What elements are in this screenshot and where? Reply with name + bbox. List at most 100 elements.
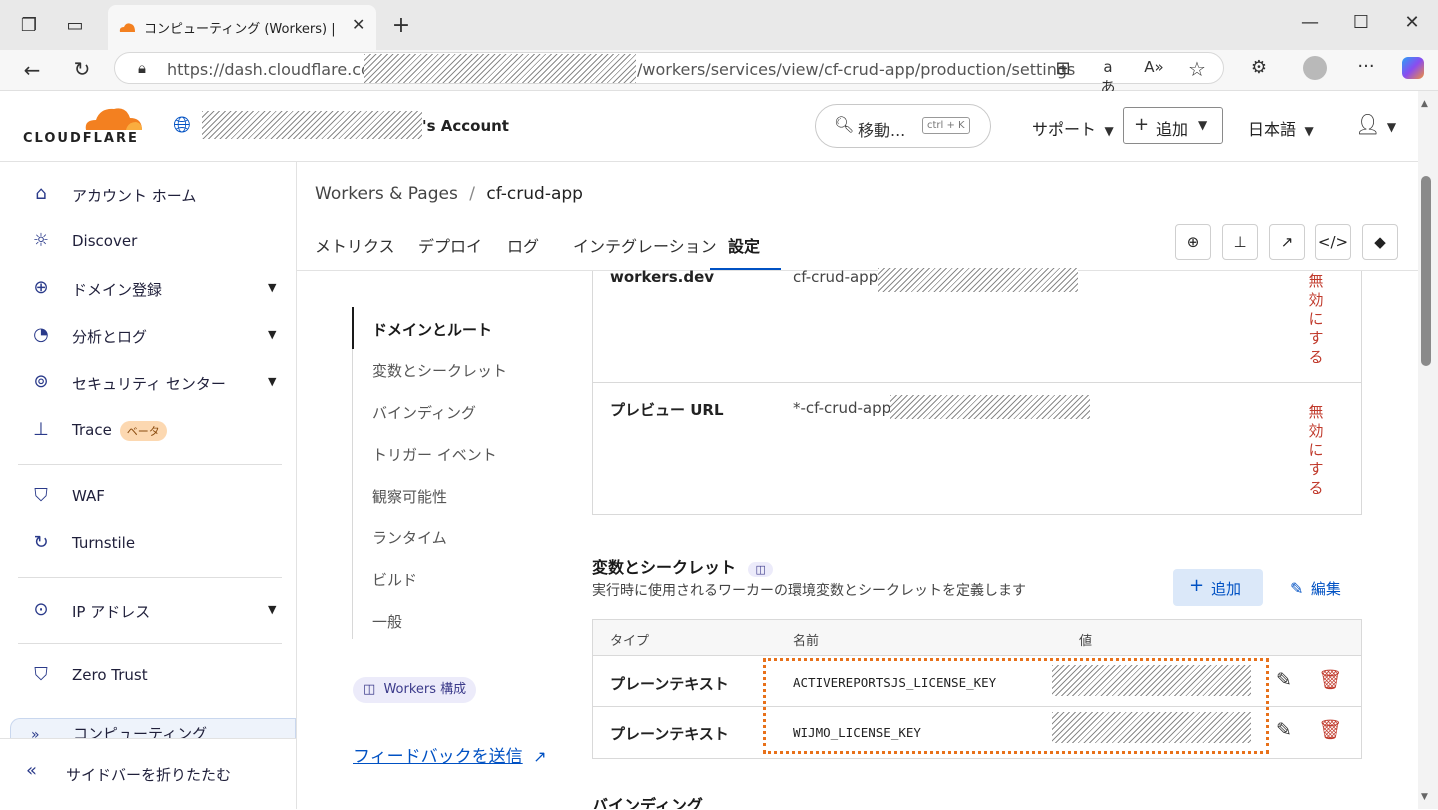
tab-actions-icon[interactable]: ▭	[64, 15, 86, 36]
redacted-subdomain	[878, 268, 1078, 292]
browser-tab[interactable]: コンピューティング (Workers) | ✕	[108, 5, 376, 50]
sidebar-item-label: Discover	[72, 232, 138, 250]
workspaces-icon[interactable]: ❐	[18, 15, 40, 36]
hierarchy-button[interactable]: ⊥	[1222, 224, 1258, 260]
column-header-type: タイプ	[610, 634, 650, 649]
copilot-icon[interactable]	[1402, 57, 1424, 79]
feedback-link[interactable]: フィードバックを送信 ↗	[353, 742, 547, 767]
sidebar-item-ip-addresses[interactable]: ⊙ IP アドレス ▼	[30, 593, 290, 629]
read-aloud-icon[interactable]: A»	[1142, 58, 1166, 76]
disable-workers-dev-button[interactable]: 無効にする	[1308, 272, 1324, 367]
zero-trust-icon: ⛉	[34, 664, 48, 685]
delete-row-trash-icon[interactable]: 🗑︎	[1318, 718, 1342, 741]
subnav-runtime[interactable]: ランタイム	[372, 527, 447, 548]
collapse-sidebar-button[interactable]: « サイドバーを折りたたむ	[26, 760, 231, 784]
add-variable-button[interactable]: + 追加	[1173, 569, 1263, 606]
search-button[interactable]: 🔍︎ 移動... ctrl + K	[815, 104, 991, 148]
sidebar-item-analytics-logs[interactable]: ◔ 分析とログ ▼	[30, 318, 290, 354]
subnav-variables-secrets[interactable]: 変数とシークレット	[372, 360, 507, 381]
cloudflare-cloud-logo-icon	[85, 108, 142, 130]
workers-config-link[interactable]: ◫ Workers 構成	[353, 677, 477, 703]
breadcrumb-root[interactable]: Workers & Pages	[315, 184, 458, 204]
sidebar-item-turnstile[interactable]: ↻ Turnstile	[30, 526, 290, 562]
sidebar-item-zero-trust[interactable]: ⛉ Zero Trust	[30, 658, 290, 694]
git-button[interactable]: ◆	[1362, 224, 1398, 260]
domain-row-label: プレビュー URL	[610, 401, 724, 419]
more-menu-icon[interactable]: ···	[1354, 56, 1378, 77]
profile-avatar[interactable]	[1303, 56, 1327, 80]
subnav-general[interactable]: 一般	[372, 611, 402, 632]
window-close-icon[interactable]: ✕	[1400, 12, 1424, 33]
redacted-account-name	[202, 111, 422, 139]
docs-book-icon[interactable]: ◫	[748, 562, 773, 577]
tab-integrations[interactable]: インテグレーション	[573, 233, 717, 257]
chevron-down-icon: ▼	[1104, 124, 1114, 138]
sidebar-item-security-center[interactable]: ⊚ セキュリティ センター ▼	[30, 365, 290, 401]
sidebar-item-compute[interactable]: » コンピューティング	[10, 718, 296, 738]
subnav-trigger-events[interactable]: トリガー イベント	[372, 444, 497, 465]
sidebar-item-waf[interactable]: ⛉ WAF	[30, 479, 290, 515]
trace-label: Trace	[72, 421, 112, 439]
subnav-domains-routes[interactable]: ドメインとルート	[372, 319, 492, 340]
scrollbar-thumb[interactable]	[1421, 176, 1431, 366]
disable-preview-url-button[interactable]: 無効にする	[1308, 403, 1324, 498]
extensions-icon[interactable]: ⚙	[1247, 57, 1271, 78]
variables-section-heading: 変数とシークレット ◫	[592, 554, 773, 578]
edit-row-pencil-icon[interactable]: ✎	[1276, 719, 1292, 741]
language-menu[interactable]: 日本語 ▼	[1248, 116, 1314, 140]
code-editor-button[interactable]: </>	[1315, 224, 1351, 260]
app-available-icon[interactable]: ⊞	[1052, 58, 1074, 79]
plus-icon: +	[1134, 114, 1150, 135]
globe-icon[interactable]: 🌐︎	[170, 113, 194, 138]
favorite-star-icon[interactable]: ☆	[1186, 57, 1208, 81]
maximize-icon[interactable]: ☐	[1350, 12, 1372, 33]
sidebar-item-label: アカウント ホーム	[72, 187, 197, 205]
workers-config-label: Workers 構成	[383, 682, 467, 697]
lock-icon[interactable]: 🔒︎	[132, 59, 152, 77]
sidebar-item-label: セキュリティ センター	[72, 375, 226, 393]
tab-logs[interactable]: ログ	[507, 233, 539, 257]
scroll-down-arrow-icon[interactable]: ▼	[1421, 792, 1428, 802]
subnav-observability[interactable]: 観察可能性	[372, 486, 447, 507]
domain-row-label: workers.dev	[610, 268, 715, 286]
sidebar-divider	[18, 643, 282, 644]
scroll-up-arrow-icon[interactable]: ▲	[1421, 99, 1428, 109]
delete-row-trash-icon[interactable]: 🗑︎	[1318, 668, 1342, 691]
caret-down-icon: ▼	[268, 281, 277, 294]
variable-type: プレーンテキスト	[610, 675, 729, 693]
user-menu[interactable]: 👤︎ ▼	[1355, 112, 1396, 136]
sidebar-item-account-home[interactable]: ⌂ アカウント ホーム	[30, 177, 290, 213]
tab-metrics[interactable]: メトリクス	[315, 233, 395, 257]
bindings-title: バインディング	[592, 796, 703, 809]
support-menu[interactable]: サポート ▼	[1032, 116, 1114, 140]
back-icon[interactable]: ←	[20, 58, 44, 82]
sidebar-item-domain-registration[interactable]: ⊕ ドメイン登録 ▼	[30, 271, 290, 307]
table-header-row	[593, 620, 1361, 656]
code-icon: </>	[1317, 233, 1349, 251]
sidebar-item-label: IP アドレス	[72, 603, 151, 621]
sidebar-divider	[18, 577, 282, 578]
variables-description: 実行時に使用されるワーカーの環境変数とシークレットを定義します	[592, 583, 1026, 599]
sidebar-item-discover[interactable]: ☼ Discover	[30, 224, 290, 260]
minimize-icon[interactable]: —	[1298, 12, 1322, 33]
subnav-build[interactable]: ビルド	[372, 569, 417, 590]
cloudflare-logo-text[interactable]: CLOUDFLARE	[23, 131, 139, 146]
domains-row-divider	[593, 382, 1361, 383]
breadcrumb: Workers & Pages / cf-crud-app	[315, 184, 583, 204]
subnav-bindings[interactable]: バインディング	[372, 402, 476, 423]
domain-globe-button[interactable]: ⊕	[1175, 224, 1211, 260]
sidebar-item-trace[interactable]: ⊥ Trace ベータ	[30, 413, 290, 449]
add-menu-button[interactable]: + 追加 ▼	[1123, 107, 1223, 144]
cloudflare-favicon-icon	[119, 23, 135, 32]
edit-row-pencil-icon[interactable]: ✎	[1276, 669, 1292, 691]
refresh-icon[interactable]: ↻	[70, 57, 94, 81]
sidebar-item-label: コンピューティング	[73, 725, 208, 738]
open-external-button[interactable]: ↗	[1269, 224, 1305, 260]
new-tab-icon[interactable]: +	[389, 13, 413, 38]
tab-settings[interactable]: 設定	[728, 233, 760, 257]
tab-deployments[interactable]: デプロイ	[418, 233, 482, 257]
edit-variables-button[interactable]: ✎ 編集	[1290, 578, 1341, 599]
caret-down-icon: ▼	[268, 603, 277, 616]
close-tab-icon[interactable]: ✕	[352, 15, 365, 34]
account-name-suffix[interactable]: 's Account	[422, 117, 509, 135]
